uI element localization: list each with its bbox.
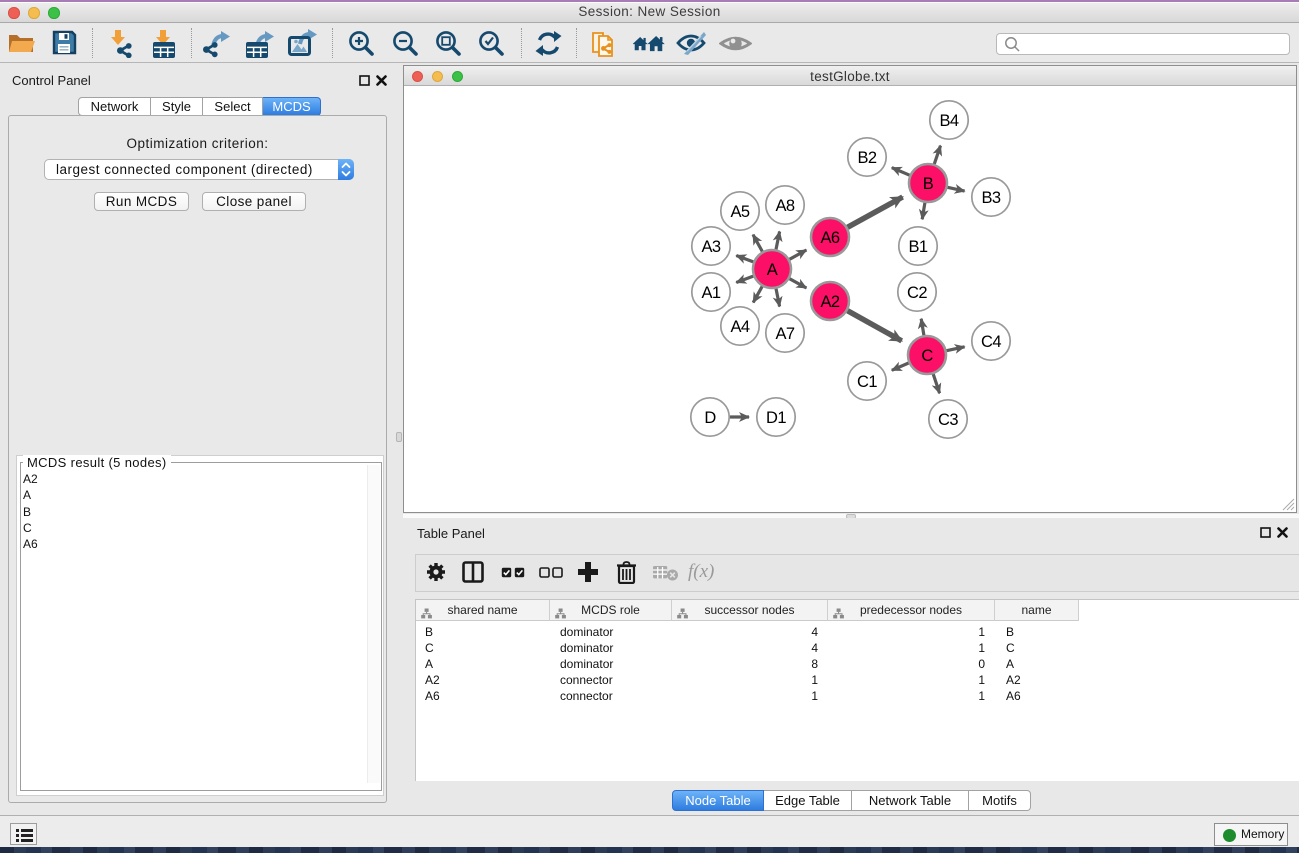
svg-text:A7: A7	[776, 325, 795, 343]
svg-text:B1: B1	[909, 238, 928, 256]
svg-text:A6: A6	[821, 229, 840, 247]
svg-text:C: C	[921, 347, 933, 365]
svg-text:B2: B2	[858, 149, 877, 167]
svg-text:A1: A1	[702, 284, 721, 302]
svg-text:A4: A4	[731, 318, 750, 336]
svg-text:A: A	[767, 261, 778, 279]
svg-text:C2: C2	[907, 284, 927, 302]
svg-text:B: B	[923, 175, 934, 193]
svg-text:C1: C1	[857, 373, 877, 391]
svg-text:B4: B4	[940, 112, 959, 130]
svg-text:C3: C3	[938, 411, 958, 429]
svg-text:A8: A8	[776, 197, 795, 215]
svg-text:B3: B3	[982, 189, 1001, 207]
svg-text:D1: D1	[766, 409, 786, 427]
svg-text:A5: A5	[731, 203, 750, 221]
svg-text:A3: A3	[702, 238, 721, 256]
svg-text:C4: C4	[981, 333, 1001, 351]
svg-text:A2: A2	[821, 293, 840, 311]
svg-text:D: D	[704, 409, 716, 427]
